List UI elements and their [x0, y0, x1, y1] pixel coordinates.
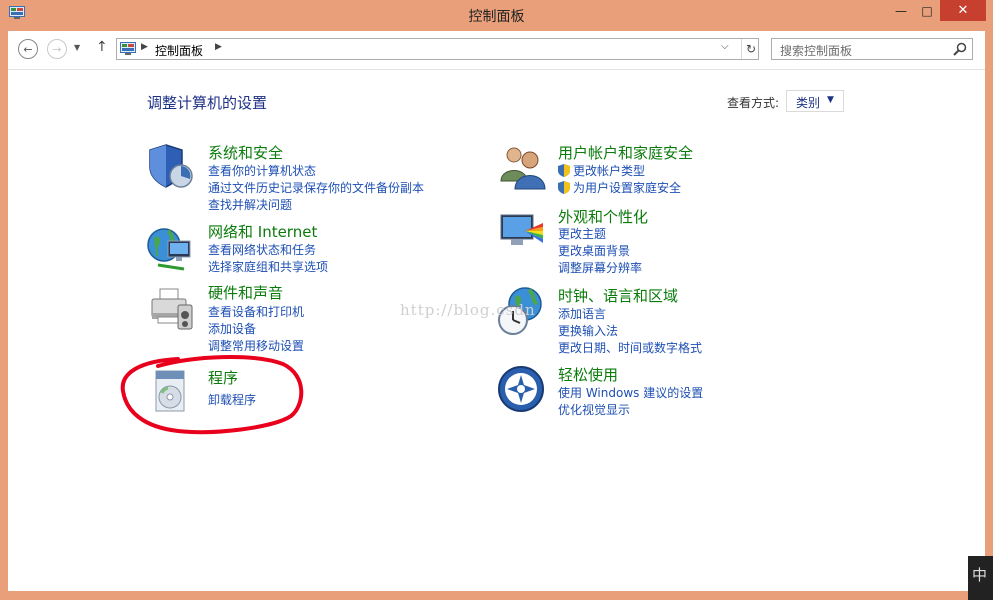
link-desktop-background[interactable]: 更改桌面背景	[558, 242, 630, 259]
category-title-programs[interactable]: 程序	[208, 367, 238, 388]
chevron-right-icon[interactable]: ▶	[141, 42, 148, 52]
link-devices-printers[interactable]: 查看设备和打印机	[208, 303, 304, 320]
view-by-select[interactable]: 类别 ▼	[786, 90, 844, 112]
link-family-safety[interactable]: 为用户设置家庭安全	[558, 179, 681, 196]
link-change-input-method[interactable]: 更换输入法	[558, 322, 618, 339]
title-bar[interactable]: 控制面板 — □ ✕	[0, 0, 993, 30]
recent-locations-button[interactable]: ▼	[74, 43, 80, 52]
window-title: 控制面板	[468, 9, 525, 25]
refresh-button[interactable]: ↻	[741, 39, 760, 59]
breadcrumb-control-panel[interactable]: 控制面板	[155, 42, 203, 59]
link-family-safety-label: 为用户设置家庭安全	[573, 181, 682, 195]
address-bar[interactable]: ▶ 控制面板 ▶ ⌵ ↻	[116, 38, 759, 60]
close-button[interactable]: ✕	[940, 0, 986, 21]
category-title-user-accounts[interactable]: 用户帐户和家庭安全	[558, 142, 693, 163]
uac-shield-icon	[558, 164, 570, 177]
link-optimize-visual-display[interactable]: 优化视觉显示	[558, 401, 630, 418]
appearance-monitor-icon[interactable]	[497, 209, 547, 259]
category-title-system-security[interactable]: 系统和安全	[208, 142, 283, 163]
uac-shield-icon	[558, 181, 570, 194]
hardware-printer-icon[interactable]	[146, 285, 196, 335]
link-screen-resolution[interactable]: 调整屏幕分辨率	[558, 259, 642, 276]
search-placeholder: 搜索控制面板	[780, 44, 853, 58]
ease-of-access-icon[interactable]	[497, 365, 547, 415]
link-uninstall-program[interactable]: 卸载程序	[208, 391, 256, 408]
link-windows-recommended-settings[interactable]: 使用 Windows 建议的设置	[558, 384, 703, 401]
page-title: 调整计算机的设置	[147, 94, 268, 112]
link-mobility-settings[interactable]: 调整常用移动设置	[208, 337, 304, 354]
link-file-history-backup[interactable]: 通过文件历史记录保存你的文件备份副本	[208, 179, 424, 196]
navigation-bar: ← → ▼ ↑ ▶ 控制面板 ▶ ⌵ ↻ 搜索控制面板	[8, 31, 985, 70]
control-panel-icon	[120, 42, 136, 55]
category-title-appearance[interactable]: 外观和个性化	[558, 206, 648, 227]
up-button[interactable]: ↑	[96, 39, 108, 55]
back-button[interactable]: ←	[18, 39, 38, 59]
programs-disc-icon[interactable]	[146, 367, 196, 417]
link-add-device[interactable]: 添加设备	[208, 320, 256, 337]
maximize-button[interactable]: □	[914, 0, 940, 21]
watermark-text: http://blog.csdn	[400, 301, 536, 319]
control-panel-window: 控制面板 — □ ✕ ← → ▼ ↑ ▶ 控制面板 ▶ ⌵ ↻ 搜索控制面板 调…	[0, 0, 993, 600]
link-change-account-type[interactable]: 更改帐户类型	[558, 162, 645, 179]
link-change-account-type-label: 更改帐户类型	[573, 164, 646, 178]
link-change-theme[interactable]: 更改主题	[558, 225, 606, 242]
address-history-dropdown[interactable]: ⌵	[721, 41, 729, 52]
ime-language-label: 中	[972, 566, 988, 584]
category-title-network-internet[interactable]: 网络和 Internet	[208, 221, 317, 242]
link-date-time-format[interactable]: 更改日期、时间或数字格式	[558, 339, 702, 356]
link-troubleshoot[interactable]: 查找并解决问题	[208, 196, 292, 213]
search-input[interactable]: 搜索控制面板	[771, 38, 973, 60]
user-accounts-icon[interactable]	[497, 141, 547, 191]
category-title-ease-of-access[interactable]: 轻松使用	[558, 364, 618, 385]
forward-button[interactable]: →	[47, 39, 67, 59]
view-by-label: 查看方式:	[727, 96, 780, 110]
dropdown-arrow-icon: ▼	[827, 95, 834, 105]
system-security-shield-icon[interactable]	[146, 141, 196, 191]
network-globe-icon[interactable]	[146, 223, 196, 273]
category-title-clock-language-region[interactable]: 时钟、语言和区域	[558, 285, 678, 306]
link-homegroup-sharing[interactable]: 选择家庭组和共享选项	[208, 258, 328, 275]
search-icon[interactable]	[952, 41, 968, 57]
chevron-right-icon[interactable]: ▶	[215, 42, 222, 52]
link-view-computer-status[interactable]: 查看你的计算机状态	[208, 162, 316, 179]
window-content: ← → ▼ ↑ ▶ 控制面板 ▶ ⌵ ↻ 搜索控制面板 调整计算机的设置 查看方…	[8, 31, 985, 591]
link-add-language[interactable]: 添加语言	[558, 305, 606, 322]
view-by-value: 类别	[796, 96, 821, 110]
minimize-button[interactable]: —	[888, 0, 914, 21]
category-title-hardware-sound[interactable]: 硬件和声音	[208, 282, 283, 303]
ime-indicator[interactable]: 中	[968, 556, 993, 600]
link-network-status[interactable]: 查看网络状态和任务	[208, 241, 316, 258]
